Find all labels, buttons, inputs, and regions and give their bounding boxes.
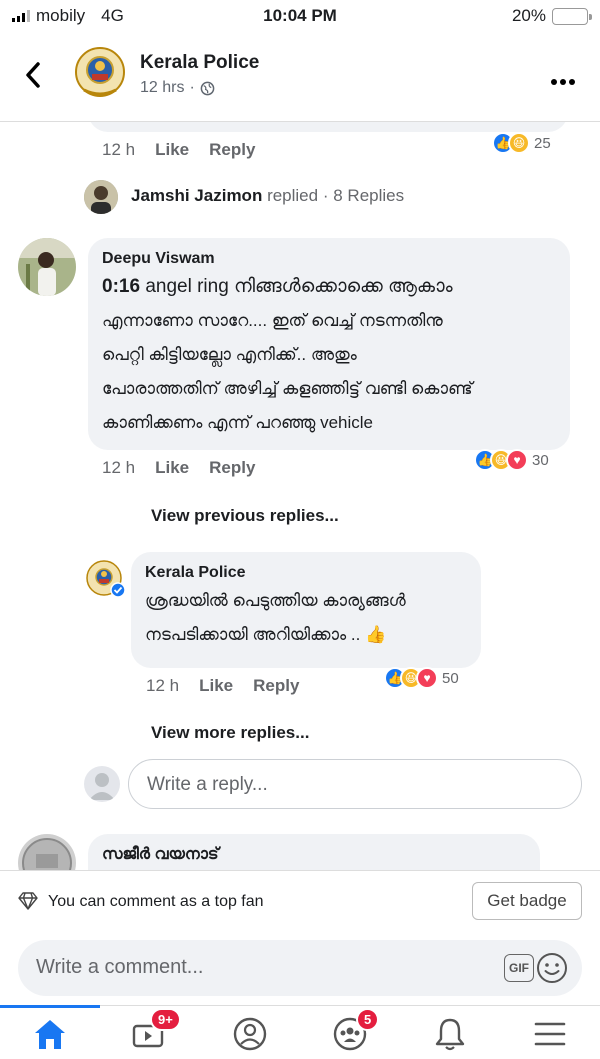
post-header: Kerala Police 12 hrs ·	[0, 36, 600, 122]
nav-groups[interactable]: 5	[330, 1008, 380, 1054]
status-right: 20%	[511, 6, 592, 26]
comment-bubble[interactable]: സജീർ വയനാട്	[88, 834, 540, 870]
reaction-count: 30	[532, 451, 549, 469]
chevron-left-icon	[26, 62, 40, 88]
reply-text: ശ്രദ്ധയിൽ പെടുത്തിയ കാര്യങ്ങൾ നടപടിക്കായ…	[145, 584, 467, 652]
like-button[interactable]: Like	[199, 676, 233, 696]
dot: ·	[322, 186, 329, 205]
reaction-summary[interactable]: 👍 😆 ♥ 50	[384, 667, 459, 689]
like-button[interactable]: Like	[155, 140, 189, 160]
post-meta: 12 hrs ·	[140, 79, 215, 97]
avatar[interactable]	[86, 560, 126, 598]
comment-line: പോരാത്തതിന് അഴിച്ച് കളഞ്ഞിട്ട് വണ്ടി കൊണ…	[102, 379, 473, 398]
previous-comment-bubble	[88, 122, 568, 132]
replies-summary[interactable]: Jamshi Jazimon replied · 8 Replies	[131, 186, 404, 206]
get-badge-button[interactable]: Get badge	[472, 882, 582, 920]
avatar[interactable]	[18, 834, 76, 870]
gif-button[interactable]: GIF	[504, 954, 534, 982]
reply-actions: 12 h Like Reply	[146, 676, 299, 696]
meta-dot: ·	[189, 79, 195, 96]
globe-icon	[200, 81, 215, 95]
reaction-count: 25	[534, 134, 551, 152]
reply-line: ശ്രദ്ധയിൽ പെടുത്തിയ കാര്യങ്ങൾ	[145, 591, 406, 610]
reaction-summary[interactable]: 👍 😆 ♥ 30	[474, 449, 549, 471]
comment-composer[interactable]: Write a comment... GIF	[18, 940, 582, 996]
view-more-replies-link[interactable]: View more replies...	[151, 723, 309, 743]
menu-icon	[534, 1022, 566, 1046]
comment-time: 12 h	[102, 458, 136, 477]
reply-input-placeholder: Write a reply...	[147, 774, 268, 795]
comment-actions: 12 h Like Reply	[102, 458, 255, 478]
reply-button[interactable]: Reply	[209, 140, 255, 160]
reply-count: 8 Replies	[333, 186, 405, 205]
nav-home[interactable]	[30, 1014, 70, 1054]
haha-reaction-icon: 😆	[508, 132, 530, 154]
kerala-police-logo[interactable]	[74, 44, 126, 100]
view-previous-replies-link[interactable]: View previous replies...	[151, 506, 339, 526]
love-reaction-icon: ♥	[416, 667, 438, 689]
reply-button[interactable]: Reply	[209, 458, 255, 478]
reply-author[interactable]: Kerala Police	[145, 564, 467, 582]
bell-icon	[435, 1018, 465, 1051]
love-reaction-icon: ♥	[506, 449, 528, 471]
comment-author[interactable]: സജീർ വയനാട്	[102, 846, 526, 864]
battery-percent: 20%	[511, 6, 546, 25]
comment-actions: 12 h Like Reply	[102, 140, 255, 160]
active-tab-indicator	[0, 1005, 100, 1008]
nav-notifications[interactable]	[430, 1014, 470, 1054]
avatar[interactable]	[84, 180, 118, 214]
comment-line-rest: angel ring നിങ്ങൾക്കൊക്കെ ആകാം	[145, 276, 453, 297]
bottom-navigation: 9+ 5	[0, 1005, 600, 1059]
diamond-icon	[18, 892, 38, 910]
clock: 10:04 PM	[263, 6, 337, 25]
profile-icon	[233, 1017, 267, 1051]
top-fan-bar: You can comment as a top fan Get badge	[0, 870, 600, 930]
comment-line: കാണിക്കണം എന്ന് പറഞ്ഞു vehicle	[102, 413, 373, 432]
top-fan-text: You can comment as a top fan	[48, 893, 264, 910]
replied-label: replied	[267, 186, 319, 205]
comment-line: 0:16 angel ring നിങ്ങൾക്കൊക്കെ ആകാം	[102, 270, 556, 304]
back-button[interactable]	[22, 60, 44, 96]
reply-input[interactable]: Write a reply...	[128, 759, 582, 809]
reply-bubble[interactable]: Kerala Police ശ്രദ്ധയിൽ പെടുത്തിയ കാര്യങ…	[131, 552, 481, 668]
nav-profile[interactable]	[230, 1014, 270, 1054]
comment-author[interactable]: Deepu Viswam	[102, 250, 556, 268]
comment-thread: 12 h Like Reply 👍 😆 25 Jamshi Jazimon rep…	[0, 122, 600, 870]
comment-bubble[interactable]: Deepu Viswam 0:16 angel ring നിങ്ങൾക്കൊക…	[88, 238, 570, 450]
reply-author: Jamshi Jazimon	[131, 186, 263, 205]
comment-input-placeholder: Write a comment...	[36, 956, 204, 978]
reply-button[interactable]: Reply	[253, 676, 299, 696]
more-dots-icon	[551, 79, 575, 85]
comment-line: പെറ്റി കിട്ടിയല്ലോ എനിക്ക്.. അതും	[102, 345, 357, 364]
timestamp-link[interactable]: 0:16	[102, 276, 140, 297]
comment-line: എന്നാണോ സാറേ.... ഇത് വെച്ച് നടന്നതിനു	[102, 311, 443, 330]
verified-badge-icon	[110, 582, 126, 598]
reply-time: 12 h	[146, 676, 180, 695]
nav-menu[interactable]	[530, 1014, 570, 1054]
reaction-count: 50	[442, 669, 459, 687]
page-title[interactable]: Kerala Police	[140, 52, 259, 74]
post-time[interactable]: 12 hrs	[140, 79, 184, 97]
groups-notification-badge: 5	[356, 1008, 380, 1031]
reply-line: നടപടിക്കായി അറിയിക്കാം .. 👍	[145, 625, 387, 644]
home-icon	[35, 1020, 65, 1049]
watch-notification-badge: 9+	[150, 1008, 181, 1031]
battery-icon	[552, 7, 592, 25]
status-bar: mobily 4G 10:04 PM 20%	[0, 0, 600, 32]
comment-time: 12 h	[102, 140, 136, 159]
nav-watch[interactable]: 9+	[128, 1008, 181, 1054]
comment-text: 0:16 angel ring നിങ്ങൾക്കൊക്കെ ആകാം എന്ന…	[102, 270, 556, 440]
like-button[interactable]: Like	[155, 458, 189, 478]
current-user-avatar	[84, 766, 120, 802]
thumbs-up-emoji-icon: 👍	[365, 625, 387, 644]
avatar[interactable]	[18, 238, 76, 296]
more-options-button[interactable]	[550, 62, 576, 93]
reaction-summary[interactable]: 👍 😆 25	[492, 132, 551, 154]
emoji-icon[interactable]	[536, 952, 568, 984]
